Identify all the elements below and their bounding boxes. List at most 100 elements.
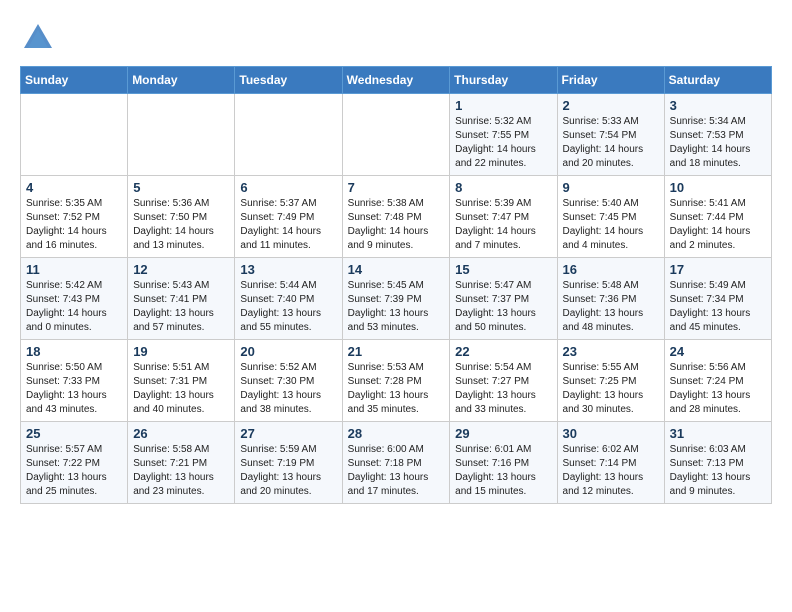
cell-info: Sunrise: 5:51 AMSunset: 7:31 PMDaylight:…	[133, 361, 229, 417]
day-number: 12	[133, 262, 229, 277]
day-number: 10	[670, 180, 766, 195]
day-number: 23	[563, 344, 659, 359]
calendar-cell	[21, 94, 128, 176]
day-number: 9	[563, 180, 659, 195]
cell-info: Sunrise: 5:53 AMSunset: 7:28 PMDaylight:…	[348, 361, 445, 417]
calendar-cell: 8 Sunrise: 5:39 AMSunset: 7:47 PMDaylight…	[450, 176, 557, 258]
cell-info: Sunrise: 5:35 AMSunset: 7:52 PMDaylight:…	[26, 197, 122, 253]
calendar-cell: 19 Sunrise: 5:51 AMSunset: 7:31 PMDayligh…	[128, 340, 235, 422]
calendar-cell: 14 Sunrise: 5:45 AMSunset: 7:39 PMDayligh…	[342, 258, 450, 340]
cell-info: Sunrise: 5:39 AMSunset: 7:47 PMDaylight:…	[455, 197, 551, 253]
day-number: 21	[348, 344, 445, 359]
cell-info: Sunrise: 5:36 AMSunset: 7:50 PMDaylight:…	[133, 197, 229, 253]
cell-info: Sunrise: 6:01 AMSunset: 7:16 PMDaylight:…	[455, 443, 551, 499]
cell-info: Sunrise: 5:32 AMSunset: 7:55 PMDaylight:…	[455, 115, 551, 171]
cell-info: Sunrise: 5:42 AMSunset: 7:43 PMDaylight:…	[26, 279, 122, 335]
calendar-cell: 28 Sunrise: 6:00 AMSunset: 7:18 PMDayligh…	[342, 422, 450, 504]
calendar-cell: 3 Sunrise: 5:34 AMSunset: 7:53 PMDaylight…	[664, 94, 771, 176]
calendar-cell: 24 Sunrise: 5:56 AMSunset: 7:24 PMDayligh…	[664, 340, 771, 422]
calendar-cell: 23 Sunrise: 5:55 AMSunset: 7:25 PMDayligh…	[557, 340, 664, 422]
calendar-table: SundayMondayTuesdayWednesdayThursdayFrid…	[20, 66, 772, 504]
day-number: 11	[26, 262, 122, 277]
day-number: 18	[26, 344, 122, 359]
calendar-cell	[235, 94, 342, 176]
page-header	[20, 20, 772, 56]
col-header-friday: Friday	[557, 67, 664, 94]
day-number: 17	[670, 262, 766, 277]
cell-info: Sunrise: 5:54 AMSunset: 7:27 PMDaylight:…	[455, 361, 551, 417]
day-number: 26	[133, 426, 229, 441]
calendar-cell: 6Sunrise: 5:37 AMSunset: 7:49 PMDaylight…	[235, 176, 342, 258]
day-number: 14	[348, 262, 445, 277]
cell-info: Sunrise: 5:59 AMSunset: 7:19 PMDaylight:…	[240, 443, 336, 499]
day-number: 3	[670, 98, 766, 113]
cell-info: Sunrise: 5:45 AMSunset: 7:39 PMDaylight:…	[348, 279, 445, 335]
cell-info: Sunrise: 5:55 AMSunset: 7:25 PMDaylight:…	[563, 361, 659, 417]
col-header-wednesday: Wednesday	[342, 67, 450, 94]
day-number: 31	[670, 426, 766, 441]
col-header-tuesday: Tuesday	[235, 67, 342, 94]
calendar-cell: 29 Sunrise: 6:01 AMSunset: 7:16 PMDayligh…	[450, 422, 557, 504]
calendar-cell: 22 Sunrise: 5:54 AMSunset: 7:27 PMDayligh…	[450, 340, 557, 422]
cell-info: Sunrise: 5:58 AMSunset: 7:21 PMDaylight:…	[133, 443, 229, 499]
day-number: 28	[348, 426, 445, 441]
logo-icon	[20, 20, 56, 56]
calendar-cell: 10 Sunrise: 5:41 AMSunset: 7:44 PMDayligh…	[664, 176, 771, 258]
col-header-sunday: Sunday	[21, 67, 128, 94]
calendar-cell: 20Sunrise: 5:52 AMSunset: 7:30 PMDayligh…	[235, 340, 342, 422]
calendar-week-4: 18 Sunrise: 5:50 AMSunset: 7:33 PMDayligh…	[21, 340, 772, 422]
calendar-cell: 17 Sunrise: 5:49 AMSunset: 7:34 PMDayligh…	[664, 258, 771, 340]
calendar-cell: 16 Sunrise: 5:48 AMSunset: 7:36 PMDayligh…	[557, 258, 664, 340]
calendar-week-3: 11 Sunrise: 5:42 AMSunset: 7:43 PMDayligh…	[21, 258, 772, 340]
cell-info: Sunrise: 5:57 AMSunset: 7:22 PMDaylight:…	[26, 443, 122, 499]
day-number: 25	[26, 426, 122, 441]
calendar-cell: 21 Sunrise: 5:53 AMSunset: 7:28 PMDayligh…	[342, 340, 450, 422]
calendar-cell: 5 Sunrise: 5:36 AMSunset: 7:50 PMDaylight…	[128, 176, 235, 258]
cell-info: Sunrise: 5:37 AMSunset: 7:49 PMDaylight:…	[240, 197, 336, 253]
cell-info: Sunrise: 5:56 AMSunset: 7:24 PMDaylight:…	[670, 361, 766, 417]
cell-info: Sunrise: 5:44 AMSunset: 7:40 PMDaylight:…	[240, 279, 336, 335]
day-number: 4	[26, 180, 122, 195]
day-number: 8	[455, 180, 551, 195]
day-number: 29	[455, 426, 551, 441]
day-number: 19	[133, 344, 229, 359]
calendar-cell: 12 Sunrise: 5:43 AMSunset: 7:41 PMDayligh…	[128, 258, 235, 340]
calendar-cell: 11 Sunrise: 5:42 AMSunset: 7:43 PMDayligh…	[21, 258, 128, 340]
logo	[20, 20, 60, 56]
calendar-cell	[128, 94, 235, 176]
cell-info: Sunrise: 5:41 AMSunset: 7:44 PMDaylight:…	[670, 197, 766, 253]
cell-info: Sunrise: 5:47 AMSunset: 7:37 PMDaylight:…	[455, 279, 551, 335]
day-number: 1	[455, 98, 551, 113]
calendar-cell: 15 Sunrise: 5:47 AMSunset: 7:37 PMDayligh…	[450, 258, 557, 340]
cell-info: Sunrise: 5:48 AMSunset: 7:36 PMDaylight:…	[563, 279, 659, 335]
cell-info: Sunrise: 6:03 AMSunset: 7:13 PMDaylight:…	[670, 443, 766, 499]
calendar-cell: 9Sunrise: 5:40 AMSunset: 7:45 PMDaylight…	[557, 176, 664, 258]
calendar-cell: 7 Sunrise: 5:38 AMSunset: 7:48 PMDaylight…	[342, 176, 450, 258]
calendar-cell: 26 Sunrise: 5:58 AMSunset: 7:21 PMDayligh…	[128, 422, 235, 504]
cell-info: Sunrise: 5:50 AMSunset: 7:33 PMDaylight:…	[26, 361, 122, 417]
cell-info: Sunrise: 5:38 AMSunset: 7:48 PMDaylight:…	[348, 197, 445, 253]
cell-info: Sunrise: 5:49 AMSunset: 7:34 PMDaylight:…	[670, 279, 766, 335]
day-number: 22	[455, 344, 551, 359]
day-number: 30	[563, 426, 659, 441]
col-header-monday: Monday	[128, 67, 235, 94]
calendar-cell: 27 Sunrise: 5:59 AMSunset: 7:19 PMDayligh…	[235, 422, 342, 504]
calendar-week-2: 4 Sunrise: 5:35 AMSunset: 7:52 PMDaylight…	[21, 176, 772, 258]
cell-info: Sunrise: 5:34 AMSunset: 7:53 PMDaylight:…	[670, 115, 766, 171]
day-number: 2	[563, 98, 659, 113]
day-number: 15	[455, 262, 551, 277]
cell-info: Sunrise: 5:52 AMSunset: 7:30 PMDaylight:…	[240, 361, 336, 417]
cell-info: Sunrise: 6:02 AMSunset: 7:14 PMDaylight:…	[563, 443, 659, 499]
calendar-cell	[342, 94, 450, 176]
day-number: 27	[240, 426, 336, 441]
day-number: 24	[670, 344, 766, 359]
col-header-saturday: Saturday	[664, 67, 771, 94]
cell-info: Sunrise: 6:00 AMSunset: 7:18 PMDaylight:…	[348, 443, 445, 499]
day-number: 7	[348, 180, 445, 195]
day-number: 16	[563, 262, 659, 277]
calendar-cell: 31 Sunrise: 6:03 AMSunset: 7:13 PMDayligh…	[664, 422, 771, 504]
col-header-thursday: Thursday	[450, 67, 557, 94]
calendar-cell: 18 Sunrise: 5:50 AMSunset: 7:33 PMDayligh…	[21, 340, 128, 422]
day-number: 5	[133, 180, 229, 195]
cell-info: Sunrise: 5:43 AMSunset: 7:41 PMDaylight:…	[133, 279, 229, 335]
